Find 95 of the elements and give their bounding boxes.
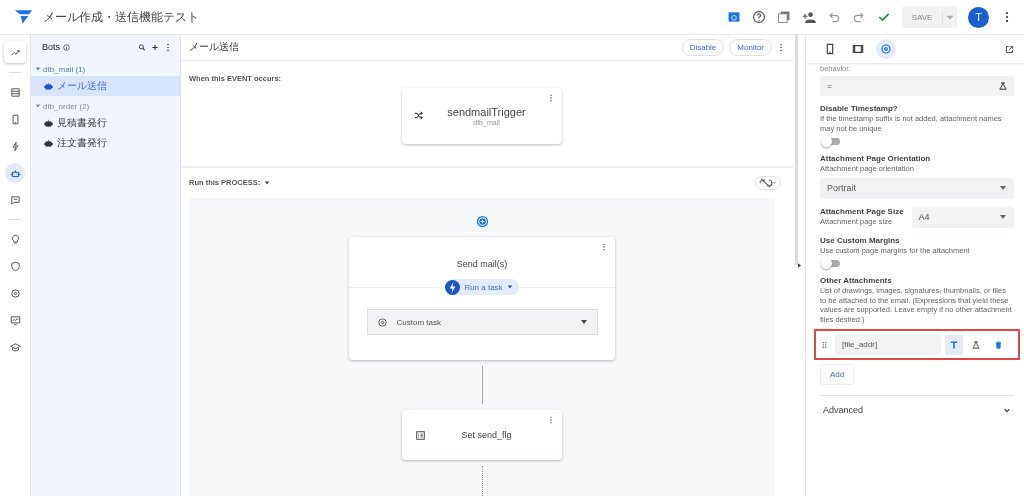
copy-icon[interactable] [777, 10, 791, 24]
chip-label: Run a task [464, 282, 503, 292]
bot-name: 見積書発行 [57, 116, 107, 130]
step-type-chip[interactable]: Run a task [445, 279, 519, 295]
info-icon[interactable] [63, 43, 70, 51]
caret-icon [35, 66, 41, 72]
open-external-icon[interactable] [1005, 44, 1014, 54]
event-name: sendmailTrigger [447, 105, 526, 118]
robot-icon [9, 167, 21, 179]
delete-icon[interactable] [995, 340, 1002, 349]
more-icon[interactable] [777, 42, 785, 52]
add-person-icon[interactable] [802, 10, 816, 24]
task-select[interactable]: Custom task [366, 309, 598, 335]
shield-icon [9, 260, 21, 272]
settings-icon [376, 316, 388, 328]
robot-icon [44, 119, 53, 127]
bot-list-item[interactable]: 注文書発行 [31, 133, 180, 153]
caret-icon [999, 184, 1007, 192]
text-mode-button[interactable] [945, 334, 963, 355]
shuffle-icon [414, 111, 423, 120]
add-button[interactable]: Add [820, 364, 855, 385]
bot-group-toggle[interactable]: dtb_order (2) [31, 99, 180, 113]
task-name: Custom task [396, 317, 441, 327]
caret-icon [35, 103, 41, 109]
list-icon [416, 430, 425, 440]
setting-label: Other Attachments [820, 276, 893, 285]
table-icon [9, 86, 21, 98]
lightbulb-icon [9, 233, 21, 245]
caret-icon [579, 318, 588, 326]
settings-icon [880, 43, 892, 55]
preview-icon[interactable] [727, 10, 741, 24]
step-title: Send mail(s) [456, 259, 508, 269]
attachment-field[interactable]: [file_addr] [835, 334, 941, 355]
advanced-section-toggle[interactable]: Advanced [820, 395, 1014, 424]
add-step-icon[interactable] [475, 215, 489, 228]
settings-icon [9, 287, 21, 299]
search-icon[interactable] [138, 42, 146, 52]
robot-icon [44, 82, 53, 90]
phone-icon [9, 113, 21, 125]
size-select[interactable]: A4 [911, 206, 1014, 228]
select-value: A4 [918, 212, 930, 222]
setting-label: Use Custom Margins [820, 235, 901, 245]
drag-handle-icon[interactable] [822, 340, 827, 349]
bot-name: メール送信 [57, 79, 107, 93]
lightning-icon [9, 140, 21, 152]
header-button[interactable]: Disable [681, 38, 725, 56]
app-title: メール作成・送信機能テスト [43, 8, 199, 26]
bot-group-toggle[interactable]: dtb_mail (1) [31, 62, 180, 76]
text-icon [950, 340, 958, 349]
field-value: = [827, 81, 832, 91]
tablet-icon [852, 43, 864, 55]
chat-icon [9, 194, 21, 206]
panel-title: Bots [42, 42, 60, 52]
group-name: dtb_mail (1) [43, 64, 86, 74]
toggle-switch[interactable] [824, 260, 840, 267]
orientation-select[interactable]: Portrait [820, 177, 1014, 199]
select-value: Portrait [827, 183, 856, 193]
setting-label: Attachment Page Size [820, 207, 904, 217]
connector-line [481, 466, 483, 496]
toggle-switch[interactable] [824, 138, 840, 145]
more-icon[interactable] [164, 42, 172, 52]
step-card[interactable]: Set send_flg [402, 410, 562, 460]
setting-label: Attachment Page Orientation [820, 154, 932, 163]
help-icon[interactable] [752, 10, 766, 24]
add-icon[interactable] [151, 42, 159, 52]
robot-icon [44, 139, 53, 147]
link-off-icon[interactable] [755, 175, 781, 190]
step-card[interactable]: Send mail(s) Run a task Custom task [349, 237, 615, 360]
lightning-icon [445, 279, 461, 295]
rail-button[interactable] [5, 163, 25, 183]
graduation-cap-icon [9, 341, 21, 353]
section-title: Advanced [823, 405, 864, 415]
redo-icon[interactable] [852, 10, 866, 24]
header-button[interactable]: Monitor [729, 38, 772, 56]
step-title: Set send_flg [460, 430, 513, 440]
bot-title: メール送信 [189, 40, 239, 55]
flask-icon[interactable] [999, 82, 1007, 90]
bot-name: 注文書発行 [57, 136, 107, 150]
caret-icon [999, 213, 1007, 221]
app-logo-icon [14, 9, 33, 25]
bot-list-item[interactable]: メール送信 [31, 76, 180, 96]
undo-icon[interactable] [827, 10, 841, 24]
monitor-icon [9, 314, 21, 326]
expand-arrow-icon[interactable] [798, 263, 801, 268]
avatar[interactable]: T [968, 6, 989, 28]
phone-icon [824, 43, 836, 55]
chevron-icon [1003, 406, 1011, 414]
setting-label: Disable Timestamp? [820, 104, 899, 113]
flask-icon [972, 340, 980, 349]
connector-line [481, 366, 483, 404]
caret-icon [506, 284, 513, 290]
group-name: dtb_order (2) [43, 101, 90, 111]
dropdown-caret-icon[interactable] [264, 179, 271, 186]
bot-list-item[interactable]: 見積書発行 [31, 113, 180, 133]
expression-field[interactable]: = [820, 76, 1014, 96]
